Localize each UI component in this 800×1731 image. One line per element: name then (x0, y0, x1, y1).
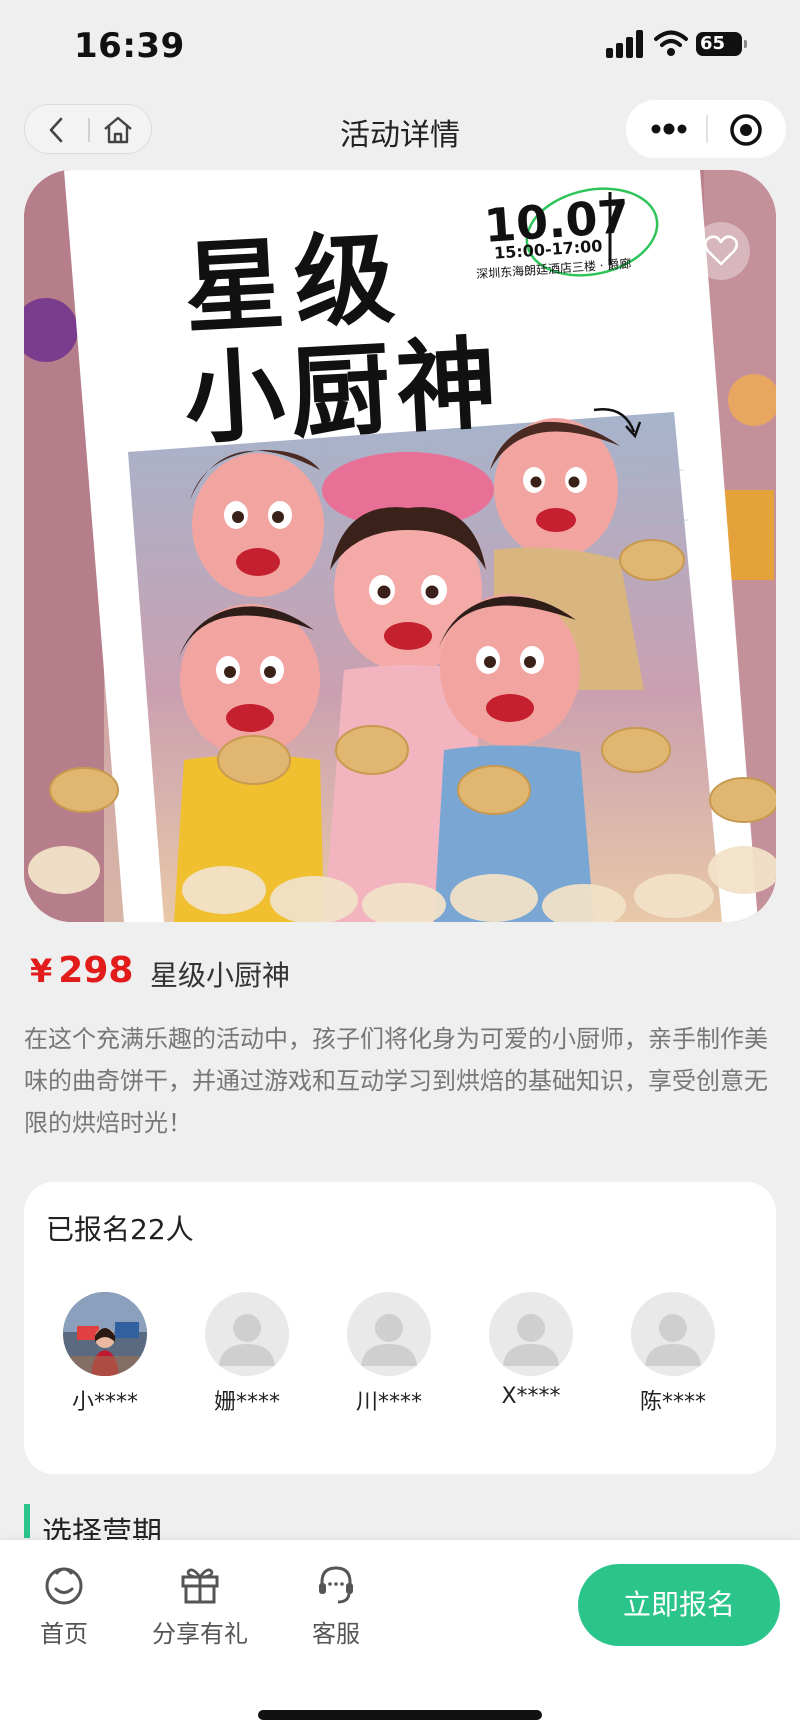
default-user-icon (503, 1314, 559, 1366)
attendee: 川**** (334, 1292, 444, 1416)
gift-icon (181, 1568, 219, 1604)
status-bar: 16:39 65 (0, 0, 800, 92)
favorite-button[interactable] (692, 222, 750, 280)
attendee-name: 姗**** (213, 1390, 280, 1415)
tab-customer-service[interactable]: 客服 (276, 1562, 396, 1649)
signup-count: 已报名22人 (46, 1213, 194, 1246)
heart-icon (704, 235, 738, 266)
attendee-name: 川**** (355, 1390, 422, 1415)
signup-card: 已报名22人 小**** 姗**** 川**** X**** 陈**** (24, 1182, 776, 1474)
capsule-divider (706, 115, 708, 143)
battery-level: 65 (700, 33, 726, 54)
price: ¥298 (30, 950, 133, 991)
attendee-name: 陈**** (639, 1390, 706, 1415)
attendee: 姗**** (192, 1292, 302, 1416)
tab-share[interactable]: 分享有礼 (140, 1562, 260, 1649)
avatar (631, 1292, 715, 1376)
avatar (489, 1292, 573, 1376)
default-user-icon (361, 1314, 417, 1366)
tab-label: 分享有礼 (152, 1620, 248, 1648)
default-user-icon (645, 1314, 701, 1366)
attendee: 小**** (50, 1292, 160, 1416)
hero-image: 星级 小厨神 10.07 15:00-17:00 深圳东海朗廷酒店三楼 · 爵廊 (24, 170, 776, 922)
more-icon[interactable] (644, 114, 694, 144)
avatar (205, 1292, 289, 1376)
battery-icon: 65 (696, 32, 747, 56)
bottom-bar: 首页 分享有礼 客服 立即报名 (0, 1540, 800, 1731)
price-value: 298 (58, 950, 134, 991)
tab-label: 客服 (312, 1620, 360, 1648)
headset-icon (319, 1566, 353, 1604)
home-indicator (258, 1710, 542, 1720)
tab-home[interactable]: 首页 (4, 1562, 124, 1649)
wifi-icon (654, 30, 688, 56)
section-accent-bar (24, 1504, 30, 1538)
attendee: 陈**** (618, 1292, 728, 1416)
close-miniprogram-icon[interactable] (728, 112, 764, 148)
default-user-icon (219, 1314, 275, 1366)
signal-icon (606, 30, 646, 58)
avatar (63, 1292, 147, 1376)
avatar (347, 1292, 431, 1376)
currency-symbol: ¥ (30, 952, 53, 990)
product-name: 星级小厨神 (150, 959, 291, 992)
product-description: 在这个充满乐趣的活动中，孩子们将化身为可爱的小厨师，亲手制作美味的曲奇饼干，并通… (24, 1025, 768, 1137)
attendee-name: X**** (501, 1384, 561, 1409)
home-face-icon (45, 1567, 83, 1605)
poster-title-line2: 小厨神 (181, 324, 506, 459)
attendee: X**** (476, 1292, 586, 1409)
attendee-name: 小**** (71, 1390, 138, 1415)
status-time: 16:39 (74, 26, 185, 66)
tab-label: 首页 (40, 1620, 88, 1648)
mini-program-capsule (626, 100, 786, 158)
register-now-button[interactable]: 立即报名 (578, 1564, 780, 1646)
avatar-photo (63, 1292, 147, 1376)
